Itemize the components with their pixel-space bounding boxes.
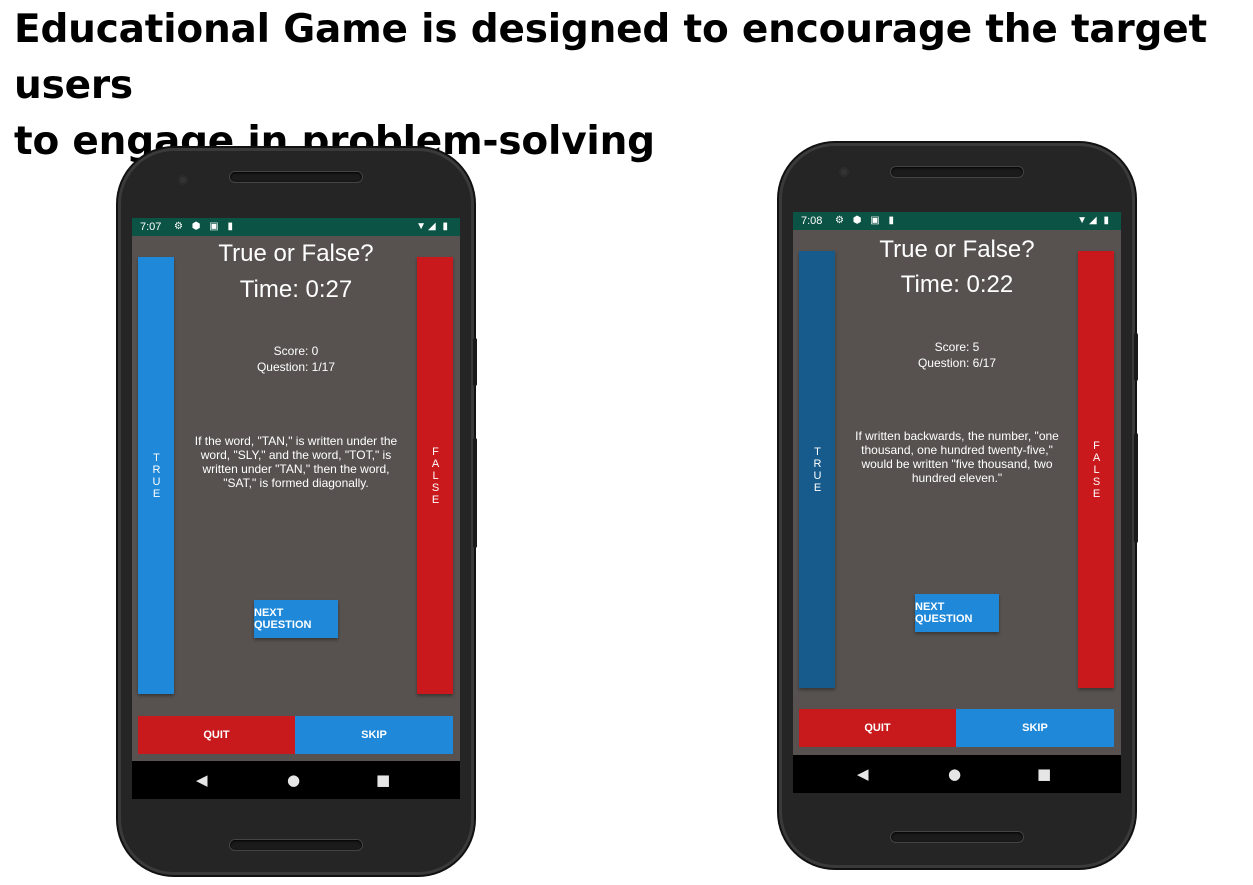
- phone-frame-right: 7:08 ⚙ ⬢ ▣ ▮ ▼◢ ▮ True or False? Time: 0…: [779, 143, 1138, 868]
- signal-battery-icon: ▼◢ ▮: [1077, 215, 1111, 226]
- recents-icon[interactable]: ■: [1037, 767, 1051, 782]
- next-question-label: NEXT QUESTION: [915, 601, 973, 625]
- navigation-bar: ◀ ● ■: [793, 755, 1121, 793]
- bottom-speaker: [891, 832, 1023, 842]
- notification-icons: ⚙ ⬢ ▣ ▮: [835, 215, 897, 226]
- false-button[interactable]: FALSE: [417, 257, 453, 694]
- signal-battery-icon: ▼◢ ▮: [416, 221, 450, 232]
- status-time: 7:07: [140, 221, 162, 233]
- back-icon[interactable]: ◀: [196, 773, 208, 788]
- heading-line-1: Educational Game is designed to encourag…: [14, 7, 1207, 108]
- recents-icon[interactable]: ■: [376, 773, 390, 788]
- quit-button[interactable]: QUIT: [138, 716, 295, 754]
- app-screen: 7:07 ⚙ ⬢ ▣ ▮ ▼◢ ▮ True or False? Time: 0…: [132, 218, 460, 799]
- phone-frame-left: 7:07 ⚙ ⬢ ▣ ▮ ▼◢ ▮ True or False? Time: 0…: [118, 148, 477, 875]
- true-button[interactable]: TRUE: [138, 257, 174, 694]
- question-text: If written backwards, the number, "one t…: [855, 429, 1059, 485]
- quit-button[interactable]: QUIT: [799, 709, 956, 747]
- question-text: If the word, "TAN," is written under the…: [194, 434, 398, 490]
- bottom-speaker: [230, 840, 362, 850]
- false-button[interactable]: FALSE: [1078, 251, 1114, 688]
- score-label: Score: 5: [934, 340, 980, 354]
- quit-label: QUIT: [203, 729, 230, 741]
- skip-label: SKIP: [1022, 722, 1048, 734]
- home-icon[interactable]: ●: [948, 767, 961, 782]
- skip-label: SKIP: [361, 729, 387, 741]
- notification-icons: ⚙ ⬢ ▣ ▮: [174, 221, 236, 232]
- question-counter: Question: 6/17: [917, 356, 997, 370]
- next-question-button[interactable]: NEXT QUESTION: [915, 594, 999, 632]
- true-button[interactable]: TRUE: [799, 251, 835, 688]
- navigation-bar: ◀ ● ■: [132, 761, 460, 799]
- score-label: Score: 0: [273, 344, 319, 358]
- skip-button[interactable]: SKIP: [956, 709, 1114, 747]
- top-speaker: [891, 167, 1023, 177]
- volume-button: [1134, 433, 1138, 543]
- next-question-label: NEXT QUESTION: [254, 607, 312, 631]
- back-icon[interactable]: ◀: [857, 767, 869, 782]
- power-button: [1134, 333, 1138, 381]
- front-camera: [178, 175, 188, 185]
- quit-label: QUIT: [864, 722, 891, 734]
- top-speaker: [230, 172, 362, 182]
- false-button-label: FALSE: [1090, 439, 1103, 500]
- status-bar: 7:07 ⚙ ⬢ ▣ ▮ ▼◢ ▮: [132, 218, 460, 236]
- app-screen: 7:08 ⚙ ⬢ ▣ ▮ ▼◢ ▮ True or False? Time: 0…: [793, 212, 1121, 793]
- skip-button[interactable]: SKIP: [295, 716, 453, 754]
- false-button-label: FALSE: [429, 445, 442, 506]
- timer-label: Time: 0:22: [900, 271, 1014, 298]
- front-camera: [839, 167, 849, 177]
- power-button: [473, 338, 477, 386]
- home-icon[interactable]: ●: [287, 773, 300, 788]
- true-button-label: TRUE: [811, 445, 824, 494]
- game-title: True or False?: [879, 236, 1035, 263]
- true-button-label: TRUE: [150, 451, 163, 500]
- question-counter: Question: 1/17: [256, 360, 336, 374]
- next-question-button[interactable]: NEXT QUESTION: [254, 600, 338, 638]
- status-time: 7:08: [801, 215, 823, 227]
- game-title: True or False?: [218, 240, 374, 267]
- status-bar: 7:08 ⚙ ⬢ ▣ ▮ ▼◢ ▮: [793, 212, 1121, 230]
- volume-button: [473, 438, 477, 548]
- timer-label: Time: 0:27: [239, 276, 353, 303]
